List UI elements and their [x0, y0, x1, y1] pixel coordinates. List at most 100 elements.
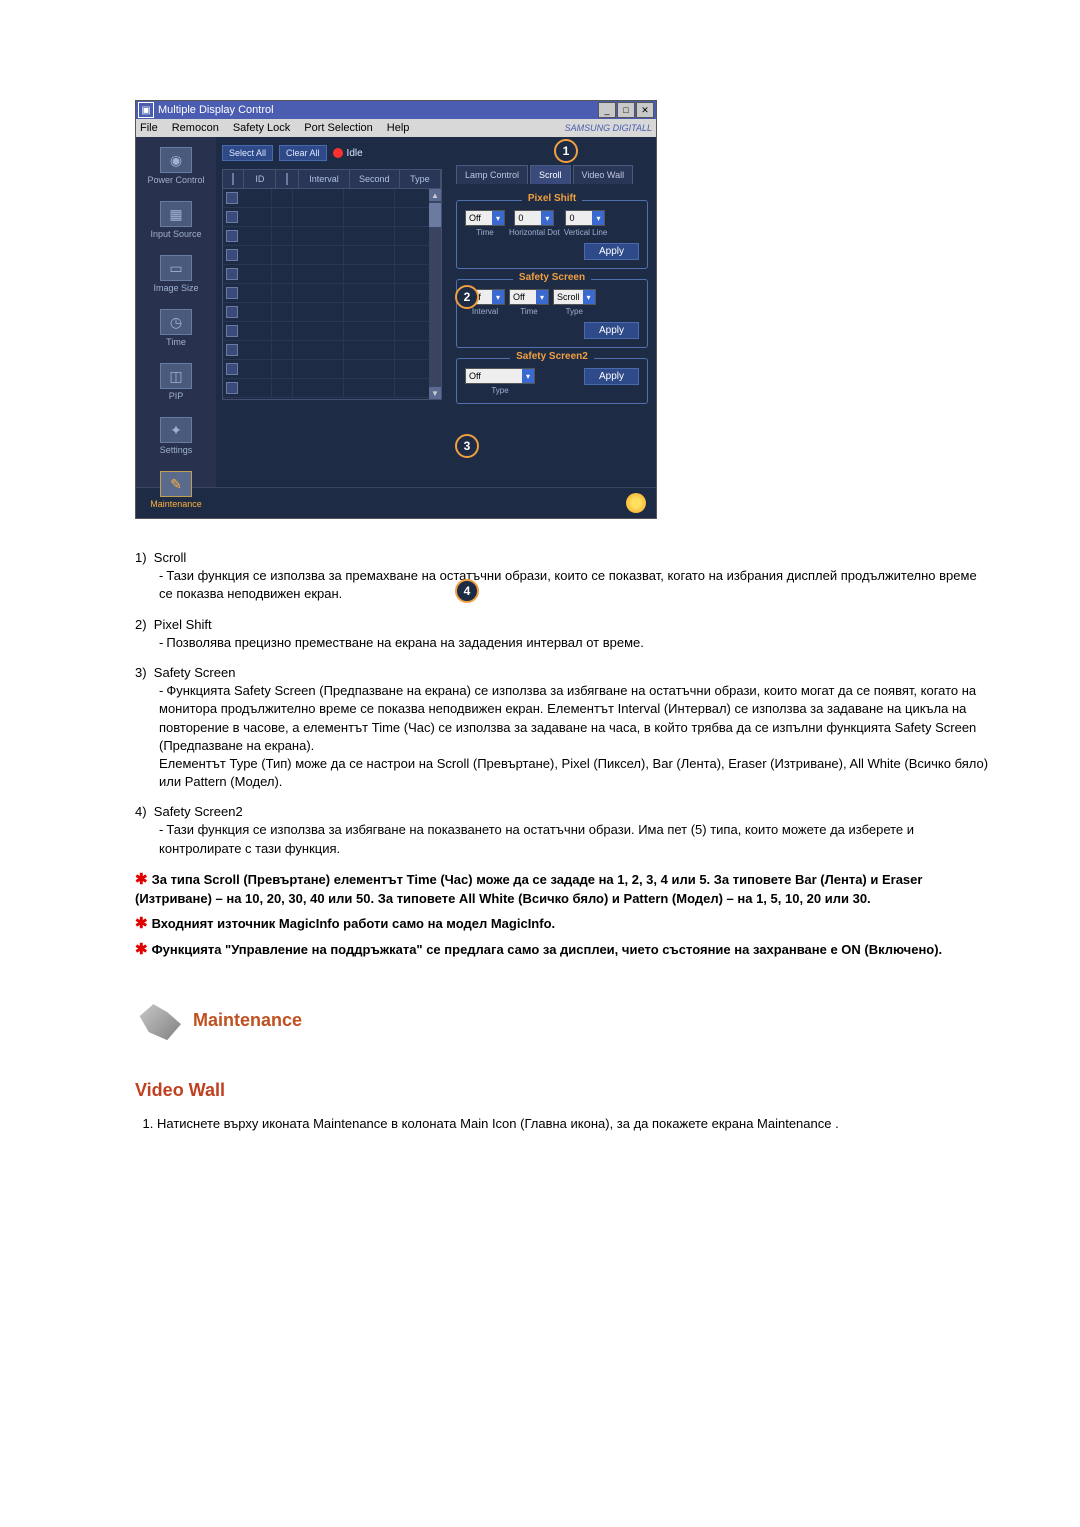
- idle-label: Idle: [347, 148, 363, 159]
- safety-screen2-title: Safety Screen2: [510, 351, 594, 362]
- safety-screen-time-select[interactable]: Off▾: [509, 289, 549, 305]
- sidebar-label: Time: [136, 337, 216, 347]
- menu-remocon[interactable]: Remocon: [172, 122, 219, 134]
- list-item: 4) Safety Screen2 -Тази функция се изпол…: [135, 803, 990, 858]
- tab-video-wall[interactable]: Video Wall: [573, 165, 634, 184]
- scrollbar[interactable]: ▲ ▼: [429, 189, 441, 399]
- safety-screen2-apply-button[interactable]: Apply: [584, 368, 639, 385]
- safety-screen-section: Safety Screen Off▾ Interval Off▾ Time Sc…: [456, 279, 648, 348]
- sidebar-label: Settings: [136, 445, 216, 455]
- maintenance-heading: Maintenance: [135, 1000, 990, 1040]
- sidebar-item-image-size[interactable]: ▭ Image Size: [136, 255, 216, 293]
- scroll-up-icon[interactable]: ▲: [429, 189, 441, 201]
- sidebar-item-pip[interactable]: ◫ PIP: [136, 363, 216, 401]
- callout-3: 3: [455, 434, 479, 458]
- pixel-shift-vline-select[interactable]: 0▾: [565, 210, 605, 226]
- tab-lamp-control[interactable]: Lamp Control: [456, 165, 528, 184]
- table-row[interactable]: [223, 379, 441, 398]
- pixel-shift-apply-button[interactable]: Apply: [584, 243, 639, 260]
- table-row[interactable]: [223, 227, 441, 246]
- table-row[interactable]: [223, 360, 441, 379]
- dash: -: [159, 822, 163, 837]
- safety-screen2-type-select[interactable]: Off▾: [465, 368, 535, 384]
- list-num: 3): [135, 665, 147, 680]
- row-checkbox[interactable]: [226, 287, 238, 299]
- sidebar-item-maintenance[interactable]: ✎ Maintenance: [136, 471, 216, 509]
- list-num: 4): [135, 804, 147, 819]
- input-icon: ▦: [160, 201, 192, 227]
- sidebar-label: Power Control: [136, 175, 216, 185]
- chevron-down-icon: ▾: [583, 290, 595, 304]
- note-text: Функцията "Управление на поддръжката" се…: [152, 942, 943, 957]
- star-icon: ✱: [135, 915, 148, 932]
- minimize-button[interactable]: _: [598, 102, 616, 118]
- list-num: 2): [135, 617, 147, 632]
- row-checkbox[interactable]: [226, 363, 238, 375]
- table-row[interactable]: [223, 322, 441, 341]
- row-checkbox[interactable]: [226, 230, 238, 242]
- table-row[interactable]: [223, 246, 441, 265]
- select-all-button[interactable]: Select All: [222, 145, 273, 161]
- pixel-shift-time-select[interactable]: Off▾: [465, 210, 505, 226]
- row-checkbox[interactable]: [226, 211, 238, 223]
- pixel-shift-title: Pixel Shift: [522, 193, 582, 204]
- note: ✱За типа Scroll (Превъртане) елементът T…: [135, 870, 990, 908]
- safety-screen-type-select[interactable]: Scroll▾: [553, 289, 596, 305]
- menu-port-selection[interactable]: Port Selection: [304, 122, 372, 134]
- list-num: 1): [135, 550, 147, 565]
- window-title: Multiple Display Control: [158, 104, 597, 116]
- image-size-icon: ▭: [160, 255, 192, 281]
- list-title: Pixel Shift: [154, 617, 212, 632]
- table-row[interactable]: [223, 284, 441, 303]
- sidebar-item-settings[interactable]: ✦ Settings: [136, 417, 216, 455]
- close-button[interactable]: ✕: [636, 102, 654, 118]
- list-title: Safety Screen: [154, 665, 236, 680]
- description-list: 1) Scroll -Тази функция се използва за п…: [135, 549, 990, 858]
- header-checkbox[interactable]: [232, 173, 234, 185]
- row-checkbox[interactable]: [226, 325, 238, 337]
- broom-icon: [135, 1000, 181, 1040]
- sidebar-item-input-source[interactable]: ▦ Input Source: [136, 201, 216, 239]
- power-icon: ◉: [160, 147, 192, 173]
- table-row[interactable]: [223, 303, 441, 322]
- clear-all-button[interactable]: Clear All: [279, 145, 327, 161]
- row-checkbox[interactable]: [226, 249, 238, 261]
- callout-1: 1: [554, 139, 578, 163]
- sidebar-label: Input Source: [136, 229, 216, 239]
- callout-2: 2: [455, 285, 479, 309]
- field-label: Horizontal Dot: [509, 228, 560, 237]
- chevron-down-icon: ▾: [492, 211, 504, 225]
- field-label: Type: [566, 307, 583, 316]
- row-checkbox[interactable]: [226, 192, 238, 204]
- list-title: Scroll: [154, 550, 187, 565]
- menu-file[interactable]: File: [140, 122, 158, 134]
- grid-body: ▲ ▼: [222, 189, 442, 400]
- table-row[interactable]: [223, 265, 441, 284]
- list-item: 3) Safety Screen -Функцията Safety Scree…: [135, 664, 990, 791]
- app-icon: ▣: [138, 102, 154, 118]
- row-checkbox[interactable]: [226, 268, 238, 280]
- row-checkbox[interactable]: [226, 382, 238, 394]
- video-wall-heading: Video Wall: [135, 1080, 990, 1101]
- table-row[interactable]: [223, 189, 441, 208]
- col-second: Second: [350, 170, 400, 188]
- sidebar-item-power-control[interactable]: ◉ Power Control: [136, 147, 216, 185]
- table-row[interactable]: [223, 341, 441, 360]
- status-icon: [626, 493, 646, 513]
- list-item: 2) Pixel Shift -Позволява прецизно преме…: [135, 616, 990, 652]
- row-checkbox[interactable]: [226, 344, 238, 356]
- menu-help[interactable]: Help: [387, 122, 410, 134]
- table-row[interactable]: [223, 208, 441, 227]
- tab-scroll[interactable]: Scroll: [530, 165, 571, 184]
- menu-safety-lock[interactable]: Safety Lock: [233, 122, 290, 134]
- list-title: Safety Screen2: [154, 804, 243, 819]
- scroll-thumb[interactable]: [429, 203, 441, 227]
- scroll-down-icon[interactable]: ▼: [429, 387, 441, 399]
- header-m-checkbox[interactable]: [286, 173, 288, 185]
- pixel-shift-hdot-select[interactable]: 0▾: [514, 210, 554, 226]
- maximize-button[interactable]: □: [617, 102, 635, 118]
- safety-screen-apply-button[interactable]: Apply: [584, 322, 639, 339]
- row-checkbox[interactable]: [226, 306, 238, 318]
- sidebar-label: PIP: [136, 391, 216, 401]
- sidebar-item-time[interactable]: ◷ Time: [136, 309, 216, 347]
